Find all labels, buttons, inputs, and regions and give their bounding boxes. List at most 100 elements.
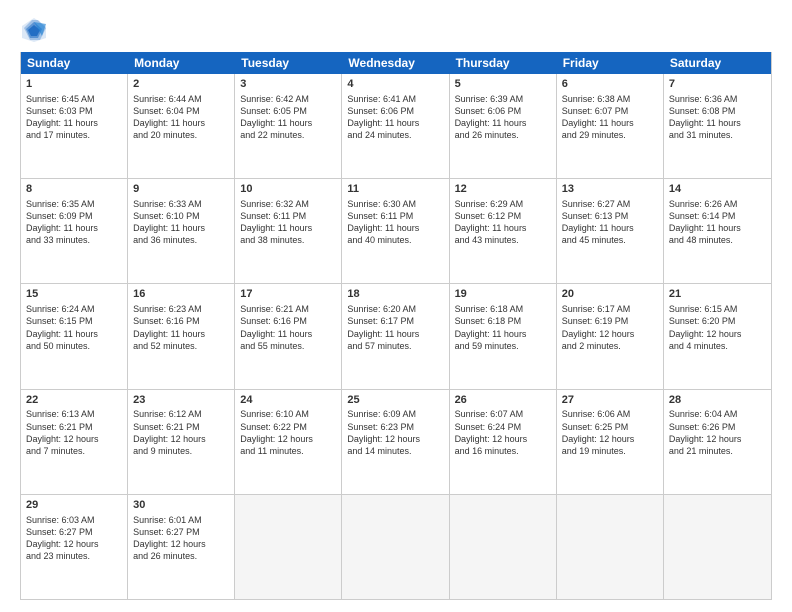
day-info-line: Sunset: 6:13 PM (562, 210, 658, 222)
day-number: 24 (240, 393, 336, 408)
day-info-line: and 33 minutes. (26, 234, 122, 246)
day-info-line: Sunset: 6:05 PM (240, 105, 336, 117)
day-cell-empty (450, 495, 557, 599)
day-cell-14: 14Sunrise: 6:26 AMSunset: 6:14 PMDayligh… (664, 179, 771, 283)
day-info-line: Sunset: 6:15 PM (26, 315, 122, 327)
day-header-friday: Friday (557, 52, 664, 74)
day-number: 1 (26, 77, 122, 92)
calendar-week-3: 15Sunrise: 6:24 AMSunset: 6:15 PM Dayligh… (21, 284, 771, 389)
day-number: 11 (347, 182, 443, 197)
day-cell-empty (235, 495, 342, 599)
day-info-line: Sunrise: 6:09 AM (347, 408, 443, 420)
day-info-line: Sunrise: 6:36 AM (669, 93, 766, 105)
day-cell-29: 29Sunrise: 6:03 AMSunset: 6:27 PMDayligh… (21, 495, 128, 599)
day-header-wednesday: Wednesday (342, 52, 449, 74)
day-info-line: Sunset: 6:27 PM (133, 526, 229, 538)
calendar-week-5: 29Sunrise: 6:03 AMSunset: 6:27 PMDayligh… (21, 495, 771, 599)
day-info-line: Daylight: 11 hours (240, 117, 336, 129)
day-number: 23 (133, 393, 229, 408)
day-info-line: Daylight: 11 hours (347, 222, 443, 234)
day-info-line: and 16 minutes. (455, 445, 551, 457)
day-info-line: and 52 minutes. (133, 340, 229, 352)
day-info-line: Sunset: 6:14 PM (669, 210, 766, 222)
logo-icon (20, 16, 48, 44)
day-info-line: Sunrise: 6:03 AM (26, 514, 122, 526)
day-info-line: Sunrise: 6:42 AM (240, 93, 336, 105)
day-number: 14 (669, 182, 766, 197)
day-info-line: Sunset: 6:27 PM (26, 526, 122, 538)
day-info-line: Sunset: 6:17 PM (347, 315, 443, 327)
day-info-line: Daylight: 11 hours (562, 117, 658, 129)
day-number: 6 (562, 77, 658, 92)
day-info-line: Daylight: 12 hours (669, 433, 766, 445)
day-info-line: Daylight: 12 hours (669, 328, 766, 340)
day-cell-18: 18Sunrise: 6:20 AMSunset: 6:17 PMDayligh… (342, 284, 449, 388)
day-info-line: Sunset: 6:23 PM (347, 421, 443, 433)
day-number: 19 (455, 287, 551, 302)
day-info-line: Sunrise: 6:24 AM (26, 303, 122, 315)
calendar-week-2: 8Sunrise: 6:35 AMSunset: 6:09 PMDaylight… (21, 179, 771, 284)
day-info-line: Sunset: 6:11 PM (240, 210, 336, 222)
day-number: 2 (133, 77, 229, 92)
day-info-line: Sunrise: 6:04 AM (669, 408, 766, 420)
calendar-week-1: 1Sunrise: 6:45 AMSunset: 6:03 PMDaylight… (21, 74, 771, 179)
day-info-line: Daylight: 11 hours (347, 328, 443, 340)
day-info-line: and 7 minutes. (26, 445, 122, 457)
day-info-line: Sunset: 6:25 PM (562, 421, 658, 433)
day-info-line: Daylight: 12 hours (347, 433, 443, 445)
day-number: 9 (133, 182, 229, 197)
day-info-line: and 55 minutes. (240, 340, 336, 352)
day-info-line: Sunset: 6:18 PM (455, 315, 551, 327)
day-info-line: Daylight: 12 hours (26, 433, 122, 445)
day-info-line: Daylight: 11 hours (133, 117, 229, 129)
day-number: 12 (455, 182, 551, 197)
day-number: 15 (26, 287, 122, 302)
day-number: 8 (26, 182, 122, 197)
day-info-line: and 40 minutes. (347, 234, 443, 246)
day-cell-19: 19Sunrise: 6:18 AMSunset: 6:18 PMDayligh… (450, 284, 557, 388)
day-cell-10: 10Sunrise: 6:32 AMSunset: 6:11 PMDayligh… (235, 179, 342, 283)
calendar-week-4: 22Sunrise: 6:13 AMSunset: 6:21 PMDayligh… (21, 390, 771, 495)
day-info-line: and 20 minutes. (133, 129, 229, 141)
day-info-line: Sunrise: 6:18 AM (455, 303, 551, 315)
day-info-line: Sunrise: 6:12 AM (133, 408, 229, 420)
day-cell-5: 5Sunrise: 6:39 AMSunset: 6:06 PMDaylight… (450, 74, 557, 178)
day-info-line: Sunrise: 6:26 AM (669, 198, 766, 210)
day-cell-empty (664, 495, 771, 599)
day-info-line: Daylight: 11 hours (455, 117, 551, 129)
day-info-line: Sunrise: 6:10 AM (240, 408, 336, 420)
day-info-line: Sunset: 6:10 PM (133, 210, 229, 222)
day-info-line: and 38 minutes. (240, 234, 336, 246)
day-info-line: Sunrise: 6:01 AM (133, 514, 229, 526)
day-cell-3: 3Sunrise: 6:42 AMSunset: 6:05 PMDaylight… (235, 74, 342, 178)
day-info-line: Daylight: 11 hours (455, 222, 551, 234)
day-cell-23: 23Sunrise: 6:12 AMSunset: 6:21 PMDayligh… (128, 390, 235, 494)
day-info-line: Sunrise: 6:39 AM (455, 93, 551, 105)
day-number: 7 (669, 77, 766, 92)
day-cell-8: 8Sunrise: 6:35 AMSunset: 6:09 PMDaylight… (21, 179, 128, 283)
day-cell-15: 15Sunrise: 6:24 AMSunset: 6:15 PMDayligh… (21, 284, 128, 388)
day-cell-empty (557, 495, 664, 599)
day-header-saturday: Saturday (664, 52, 771, 74)
day-number: 10 (240, 182, 336, 197)
day-info-line: Sunset: 6:07 PM (562, 105, 658, 117)
day-info-line: Sunrise: 6:44 AM (133, 93, 229, 105)
day-info-line: Sunrise: 6:23 AM (133, 303, 229, 315)
day-info-line: Daylight: 11 hours (133, 328, 229, 340)
day-info-line: and 11 minutes. (240, 445, 336, 457)
day-info-line: Sunset: 6:06 PM (347, 105, 443, 117)
day-info-line: Sunrise: 6:33 AM (133, 198, 229, 210)
day-info-line: and 36 minutes. (133, 234, 229, 246)
day-info-line: Sunset: 6:21 PM (26, 421, 122, 433)
day-info-line: Sunset: 6:22 PM (240, 421, 336, 433)
day-info-line: Daylight: 12 hours (133, 433, 229, 445)
day-info-line: Sunrise: 6:17 AM (562, 303, 658, 315)
day-cell-16: 16Sunrise: 6:23 AMSunset: 6:16 PMDayligh… (128, 284, 235, 388)
day-info-line: Sunrise: 6:20 AM (347, 303, 443, 315)
day-info-line: Sunset: 6:24 PM (455, 421, 551, 433)
day-number: 29 (26, 498, 122, 513)
day-cell-21: 21Sunrise: 6:15 AMSunset: 6:20 PMDayligh… (664, 284, 771, 388)
day-number: 3 (240, 77, 336, 92)
day-info-line: Sunset: 6:26 PM (669, 421, 766, 433)
day-info-line: Sunrise: 6:41 AM (347, 93, 443, 105)
